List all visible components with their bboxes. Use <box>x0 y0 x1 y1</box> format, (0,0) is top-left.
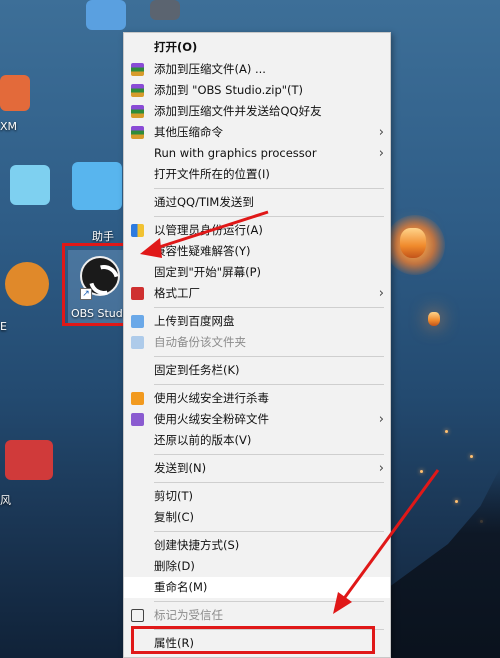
shield-icon <box>131 224 144 237</box>
winrar-icon <box>131 84 144 97</box>
winrar-icon <box>131 126 144 139</box>
menu-item-huorong-shred[interactable]: 使用火绒安全粉碎文件 › <box>124 409 390 430</box>
chevron-right-icon: › <box>378 286 384 301</box>
chevron-right-icon: › <box>378 412 384 427</box>
menu-item-open-location[interactable]: 打开文件所在的位置(I) <box>124 164 390 185</box>
certificate-icon <box>131 609 144 622</box>
chevron-right-icon: › <box>378 146 384 161</box>
winrar-icon <box>131 63 144 76</box>
menu-item-label: 添加到 "OBS Studio.zip"(T) <box>154 83 304 97</box>
desktop-app-icon[interactable] <box>0 75 30 111</box>
menu-item-label: 固定到"开始"屏幕(P) <box>154 265 261 279</box>
menu-separator <box>154 188 384 189</box>
menu-item-create-shortcut[interactable]: 创建快捷方式(S) <box>124 535 390 556</box>
menu-separator <box>154 482 384 483</box>
spark <box>445 430 448 433</box>
menu-item-label: 兼容性疑难解答(Y) <box>154 244 251 258</box>
menu-item-label: 其他压缩命令 <box>154 125 223 139</box>
menu-item-label: 固定到任务栏(K) <box>154 363 240 377</box>
menu-item-compat-troubleshoot[interactable]: 兼容性疑难解答(Y) <box>124 241 390 262</box>
desktop-icon-label: E <box>0 320 7 333</box>
desktop-app-icon[interactable] <box>5 262 49 306</box>
menu-separator <box>154 531 384 532</box>
menu-separator <box>154 356 384 357</box>
menu-item-format-factory[interactable]: 格式工厂 › <box>124 283 390 304</box>
menu-item-run-as-admin[interactable]: 以管理员身份运行(A) <box>124 220 390 241</box>
menu-item-rename[interactable]: 重命名(M) <box>124 577 390 598</box>
menu-item-pin-taskbar[interactable]: 固定到任务栏(K) <box>124 360 390 381</box>
menu-item-pin-start[interactable]: 固定到"开始"屏幕(P) <box>124 262 390 283</box>
menu-item-label: 上传到百度网盘 <box>154 314 235 328</box>
menu-item-delete[interactable]: 删除(D) <box>124 556 390 577</box>
menu-item-label: 格式工厂 <box>154 286 200 300</box>
lantern-small <box>428 312 440 326</box>
menu-item-run-graphics[interactable]: Run with graphics processor › <box>124 143 390 164</box>
menu-item-open[interactable]: 打开(O) <box>124 37 390 58</box>
desktop-icon-label: XM <box>0 120 18 133</box>
chevron-right-icon: › <box>378 125 384 140</box>
menu-item-label: 以管理员身份运行(A) <box>154 223 263 237</box>
desktop-app-icon[interactable] <box>150 0 180 20</box>
spark <box>470 455 473 458</box>
menu-item-label: 添加到压缩文件并发送给QQ好友 <box>154 104 322 118</box>
menu-item-label: 还原以前的版本(V) <box>154 433 252 447</box>
format-factory-icon <box>131 287 144 300</box>
spark <box>455 500 458 503</box>
menu-item-label: 添加到压缩文件(A) ... <box>154 62 266 76</box>
menu-separator <box>154 216 384 217</box>
context-menu: 打开(O) 添加到压缩文件(A) ... 添加到 "OBS Studio.zip… <box>123 32 391 658</box>
menu-item-label: 通过QQ/TIM发送到 <box>154 195 254 209</box>
menu-item-label: 使用火绒安全粉碎文件 <box>154 412 269 426</box>
menu-item-copy[interactable]: 复制(C) <box>124 507 390 528</box>
lantern <box>400 228 426 258</box>
menu-separator <box>154 384 384 385</box>
menu-item-cut[interactable]: 剪切(T) <box>124 486 390 507</box>
menu-item-huorong-scan[interactable]: 使用火绒安全进行杀毒 <box>124 388 390 409</box>
desktop-app-icon[interactable] <box>86 0 126 30</box>
menu-item-label: Run with graphics processor <box>154 146 317 160</box>
huorong-icon <box>131 392 144 405</box>
menu-item-send-to[interactable]: 发送到(N) › <box>124 458 390 479</box>
baidu-cloud-icon <box>131 315 144 328</box>
menu-item-label: 删除(D) <box>154 559 195 573</box>
menu-item-send-qq-tim[interactable]: 通过QQ/TIM发送到 <box>124 192 390 213</box>
desktop-app-icon[interactable] <box>5 440 53 480</box>
menu-separator <box>154 601 384 602</box>
menu-item-label: 创建快捷方式(S) <box>154 538 240 552</box>
chevron-right-icon: › <box>378 461 384 476</box>
highlight-box-obs <box>62 243 132 326</box>
desktop-icon-label: 助手 <box>92 230 114 243</box>
menu-item-add-to-archive[interactable]: 添加到压缩文件(A) ... <box>124 59 390 80</box>
menu-item-mark-trusted[interactable]: 标记为受信任 <box>124 605 390 626</box>
menu-item-label: 标记为受信任 <box>154 608 223 622</box>
menu-separator <box>154 454 384 455</box>
baidu-cloud-icon <box>131 336 144 349</box>
desktop-app-icon[interactable] <box>10 165 50 205</box>
menu-item-label: 发送到(N) <box>154 461 207 475</box>
menu-item-label: 打开(O) <box>154 40 198 54</box>
desktop-app-icon[interactable] <box>72 162 122 210</box>
menu-item-label: 打开文件所在的位置(I) <box>154 167 270 181</box>
menu-item-label: 自动备份该文件夹 <box>154 335 246 349</box>
highlight-box-properties <box>131 626 375 654</box>
menu-item-upload-baidu[interactable]: 上传到百度网盘 <box>124 311 390 332</box>
desktop-icon-label: 风 <box>0 494 11 507</box>
menu-item-restore-versions[interactable]: 还原以前的版本(V) <box>124 430 390 451</box>
menu-item-add-to-zip[interactable]: 添加到 "OBS Studio.zip"(T) <box>124 80 390 101</box>
spark <box>420 470 423 473</box>
menu-item-other-compress[interactable]: 其他压缩命令 › <box>124 122 390 143</box>
menu-item-label: 重命名(M) <box>154 580 208 594</box>
menu-item-label: 剪切(T) <box>154 489 193 503</box>
menu-item-label: 使用火绒安全进行杀毒 <box>154 391 269 405</box>
menu-item-auto-backup[interactable]: 自动备份该文件夹 <box>124 332 390 353</box>
winrar-icon <box>131 105 144 118</box>
menu-item-archive-send-qq[interactable]: 添加到压缩文件并发送给QQ好友 <box>124 101 390 122</box>
menu-separator <box>154 307 384 308</box>
shredder-icon <box>131 413 144 426</box>
menu-item-label: 复制(C) <box>154 510 195 524</box>
